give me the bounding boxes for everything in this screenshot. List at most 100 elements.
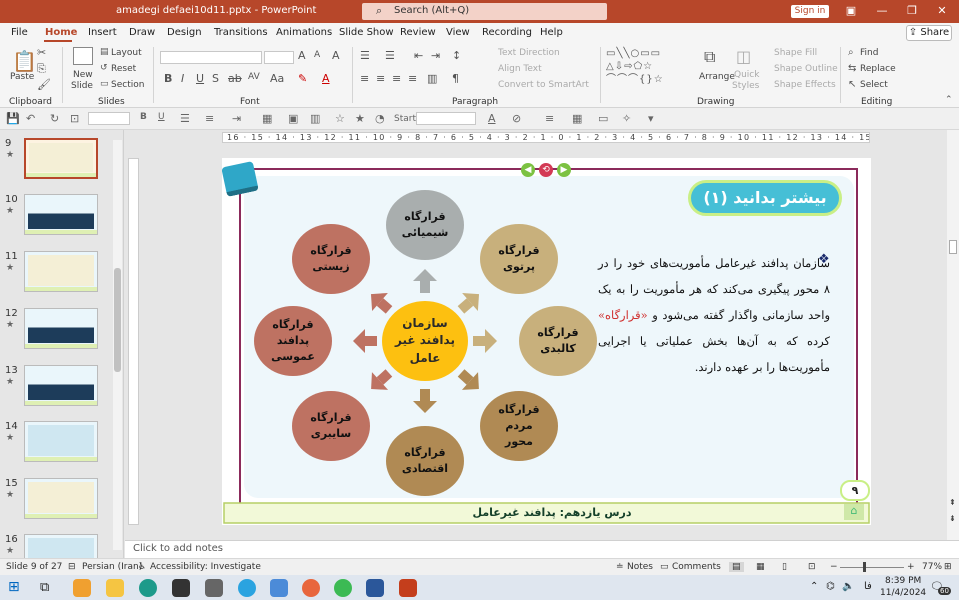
tab-design[interactable]: Design (167, 27, 202, 38)
slide-thumbnail[interactable] (24, 478, 98, 519)
qat-shape-icon[interactable]: ◔ (375, 112, 385, 125)
proofing-icon[interactable]: ⊟ (68, 562, 76, 572)
next-arrow-icon[interactable]: ▶ (557, 163, 571, 177)
tab-transitions[interactable]: Transitions (214, 27, 268, 38)
qat-underline-icon[interactable]: U (158, 112, 165, 122)
quick-styles-label-1[interactable]: Quick (734, 70, 759, 80)
canvas-scroll-thumb[interactable] (949, 240, 957, 254)
prev-slide-icon[interactable]: ⇞ (949, 498, 956, 507)
store-icon[interactable] (172, 579, 190, 597)
zoom-out-icon[interactable]: − (830, 562, 838, 572)
change-case-icon[interactable]: Aa (270, 72, 284, 85)
italic-icon[interactable]: I (181, 72, 184, 85)
align-right-icon[interactable]: ≡ (392, 72, 401, 85)
convert-smartart-button[interactable]: Convert to SmartArt (498, 80, 589, 90)
qat-star-icon[interactable]: ☆ (335, 112, 345, 125)
zoom-slider-thumb[interactable] (863, 562, 866, 572)
qat-effect-icon[interactable]: ✧ (622, 112, 631, 125)
new-slide-label-2[interactable]: Slide (71, 81, 93, 91)
thumbnails-scroll-thumb[interactable] (114, 268, 121, 372)
qat-combo-1[interactable] (88, 112, 130, 125)
clock-time[interactable]: 8:39 PM (885, 576, 921, 586)
replace-button[interactable]: Replace (860, 64, 896, 74)
tab-help[interactable]: Help (540, 27, 563, 38)
slide-thumbnail[interactable] (24, 251, 98, 292)
tab-recording[interactable]: Recording (482, 27, 532, 38)
qat-indent-icon[interactable]: ⇥ (232, 112, 241, 125)
qat-layout-icon[interactable]: ▭ (598, 112, 608, 125)
align-text-button[interactable]: Align Text (498, 64, 542, 74)
qat-align2-icon[interactable]: ≡ (545, 112, 554, 125)
tab-review[interactable]: Review (400, 27, 436, 38)
slide[interactable]: ◀ ⟲ ▶ بیشتر بدانید (۱) سازمان پدافند غیر… (221, 158, 871, 525)
file-explorer-icon[interactable] (106, 579, 124, 597)
shape-effects-button[interactable]: Shape Effects (774, 80, 836, 90)
normal-view-icon[interactable]: ▤ (729, 562, 744, 572)
present-icon[interactable]: ⊡ (70, 112, 79, 125)
share-button[interactable]: ⇪ Share (906, 25, 952, 41)
arrange-icon[interactable]: ⧉ (704, 47, 715, 67)
next-slide-icon[interactable]: ⇟ (949, 514, 956, 523)
telegram-icon[interactable] (238, 579, 256, 597)
qat-link-icon[interactable]: ⊘ (512, 112, 521, 125)
thumbnails-scrollbar[interactable] (113, 140, 122, 550)
chrome-icon[interactable] (334, 579, 352, 597)
taskbar-app-1-icon[interactable] (73, 579, 91, 597)
language-label[interactable]: Persian (Iran) (82, 562, 142, 572)
restore-icon[interactable]: ❐ (904, 4, 920, 17)
slide-thumbnail[interactable] (24, 138, 98, 179)
task-view-icon[interactable]: ⧉ (40, 580, 49, 595)
shape-fill-button[interactable]: Shape Fill (774, 48, 817, 58)
close-icon[interactable]: ✕ (934, 4, 950, 17)
qat-grid-icon[interactable]: ▦ (572, 112, 582, 125)
increase-font-icon[interactable]: A (298, 49, 306, 62)
zoom-in-icon[interactable]: + (907, 562, 915, 572)
arrange-button[interactable]: Arrange (699, 72, 735, 82)
columns-icon[interactable]: ▥ (427, 72, 437, 85)
prev-arrow-icon[interactable]: ◀ (521, 163, 535, 177)
accessibility-label[interactable]: Accessibility: Investigate (150, 562, 261, 572)
numbering-icon[interactable]: ☰ (385, 49, 395, 62)
tray-chevron-icon[interactable]: ⌃ (810, 581, 818, 592)
fit-slide-icon[interactable]: ⊞ (944, 562, 952, 572)
section-button[interactable]: Section (111, 80, 144, 90)
notes-pane[interactable]: Click to add notes (125, 540, 959, 558)
tab-file[interactable]: File (11, 27, 28, 38)
quick-styles-label-2[interactable]: Styles (732, 81, 759, 91)
word-icon[interactable] (366, 579, 384, 597)
qat-star2-icon[interactable]: ★ (355, 112, 365, 125)
new-slide-label-1[interactable]: New (73, 70, 93, 80)
select-button[interactable]: Select (860, 80, 888, 90)
undo-icon[interactable]: ↶ (26, 112, 35, 125)
align-left-icon[interactable]: ≡ (360, 72, 369, 85)
remote-desktop-icon[interactable] (270, 579, 288, 597)
tab-animations[interactable]: Animations (276, 27, 332, 38)
sorter-view-icon[interactable]: ▦ (756, 562, 765, 572)
canvas-scrollbar[interactable]: ⇞ ⇟ (947, 130, 959, 540)
shapes-gallery[interactable]: ▭╲╲○▭▭ △⇩⇨⬠☆ ⌒⌒⌒{}☆ (606, 47, 694, 87)
char-spacing-icon[interactable]: AV (248, 72, 260, 82)
input-language[interactable]: فا (864, 581, 872, 592)
tab-insert[interactable]: Insert (88, 27, 117, 38)
qat-chart-icon[interactable]: ▥ (310, 112, 320, 125)
tab-view[interactable]: View (446, 27, 470, 38)
decrease-indent-icon[interactable]: ⇤ (414, 49, 423, 62)
paste-button[interactable]: Paste (10, 72, 34, 82)
powerpoint-icon[interactable] (399, 579, 417, 597)
reset-button[interactable]: Reset (111, 64, 136, 74)
zoom-level[interactable]: 77% (922, 562, 942, 572)
qat-start-combo[interactable] (416, 112, 476, 125)
qat-table-icon[interactable]: ▦ (262, 112, 272, 125)
slideshow-view-icon[interactable]: ⊡ (808, 562, 816, 572)
shape-outline-button[interactable]: Shape Outline (774, 64, 838, 74)
underline-icon[interactable]: U (196, 72, 204, 85)
collapse-ribbon-icon[interactable]: ⌃ (945, 95, 953, 105)
tab-slide-show[interactable]: Slide Show (339, 27, 394, 38)
firefox-icon[interactable] (302, 579, 320, 597)
comments-button[interactable]: Comments (672, 562, 721, 572)
slide-thumbnail[interactable] (24, 308, 98, 349)
layout-button[interactable]: Layout (111, 48, 142, 58)
network-icon[interactable]: ⌬ (826, 581, 835, 592)
slide-thumbnail[interactable] (24, 365, 98, 406)
text-direction-button[interactable]: Text Direction (498, 48, 560, 58)
